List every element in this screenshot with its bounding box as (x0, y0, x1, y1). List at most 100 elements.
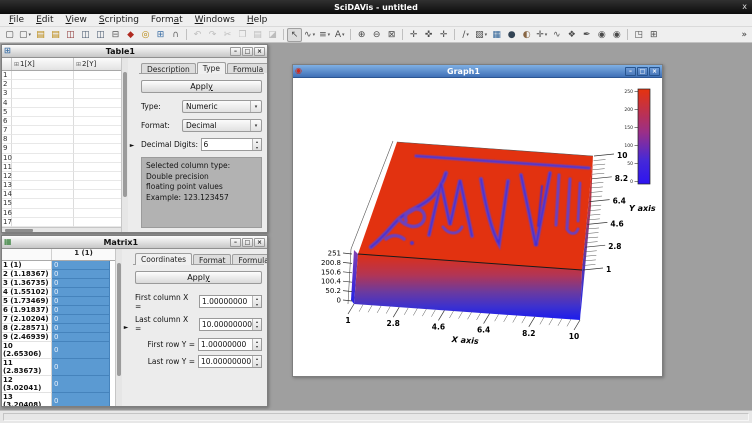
cell-y[interactable] (74, 126, 121, 135)
table1-column-header-x[interactable]: ⊞ 1[X] (12, 58, 74, 70)
arrow-tool-icon[interactable]: ◳ (631, 28, 646, 42)
row-number[interactable]: 1 (2, 71, 12, 80)
pointer-icon[interactable]: ↖ (287, 28, 302, 42)
app-titlebar[interactable]: SciDAVis - untitled x (0, 0, 752, 14)
cell-y[interactable] (74, 154, 121, 163)
row-number[interactable]: 16 (2, 209, 12, 218)
matrix1-vscrollbar[interactable] (115, 249, 122, 406)
matrix-cell[interactable]: 0 (52, 270, 110, 279)
scroll-thumb[interactable] (123, 72, 127, 197)
matrix-cell[interactable]: 0 (52, 315, 110, 324)
cell-y[interactable] (74, 209, 121, 218)
matrix-row-header[interactable]: 2 (1.18367) (2, 270, 52, 279)
matrix1-minimize-button[interactable]: – (230, 238, 241, 247)
matrix1-apply-button[interactable]: Apply (135, 271, 262, 284)
coordinate-spinner[interactable]: 1.00000000▴▾ (199, 295, 262, 308)
redo-icon[interactable]: ↷ (205, 28, 220, 42)
menu-help[interactable]: Help (241, 14, 274, 26)
tab-format[interactable]: Format (193, 254, 231, 264)
menu-view[interactable]: View (60, 14, 93, 26)
matrix-row-header[interactable]: 3 (1.36735) (2, 279, 52, 288)
cell-y[interactable] (74, 99, 121, 108)
select-range-icon[interactable]: ≡▾ (317, 28, 332, 42)
row-number[interactable]: 13 (2, 181, 12, 190)
new-aside-icon[interactable]: ▢▾ (17, 28, 33, 42)
cell-y[interactable] (74, 144, 121, 153)
cell-x[interactable] (12, 71, 74, 80)
cell-y[interactable] (74, 199, 121, 208)
matrix-row-header[interactable]: 6 (1.91837) (2, 306, 52, 315)
cell-x[interactable] (12, 209, 74, 218)
spin-down-icon[interactable]: ▾ (253, 324, 261, 330)
cell-y[interactable] (74, 190, 121, 199)
tab-description[interactable]: Description (141, 63, 196, 73)
matrix-cell[interactable]: 0 (52, 279, 110, 288)
matrix-row-header[interactable]: 8 (2.28571) (2, 324, 52, 333)
row-number[interactable]: 5 (2, 108, 12, 117)
cell-x[interactable] (12, 135, 74, 144)
matrix-row-header[interactable]: 7 (2.10204) (2, 315, 52, 324)
cell-x[interactable] (12, 99, 74, 108)
row-number[interactable]: 8 (2, 135, 12, 144)
table1-apply-button[interactable]: Apply (141, 80, 262, 93)
table1-titlebar[interactable]: ⊞ Table1 – □ × (2, 45, 267, 58)
matrix-row-header[interactable]: 1 (1) (2, 261, 52, 270)
format-dropdown[interactable]: Decimal ▾ (182, 119, 262, 132)
matrix-cell[interactable]: 0 (52, 297, 110, 306)
plot-vectors-icon[interactable]: ◐ (519, 28, 534, 42)
cell-x[interactable] (12, 172, 74, 181)
row-number[interactable]: 15 (2, 199, 12, 208)
matrix-cell[interactable]: 0 (52, 261, 110, 270)
graph1-canvas[interactable]: 251200.8150.6100.450.20 12.84.66.48.210 … (293, 78, 662, 376)
decimal-digits-spinner[interactable]: 6 ▴▾ (201, 138, 263, 151)
matrix-cell[interactable]: 0 (52, 342, 110, 359)
cell-x[interactable] (12, 181, 74, 190)
draw-line-icon[interactable]: ∕▾ (458, 28, 473, 42)
save-template-icon[interactable]: ◫ (93, 28, 108, 42)
spin-down-icon[interactable]: ▾ (253, 302, 261, 308)
matrix-row-header[interactable]: 12 (3.02041) (2, 376, 52, 393)
paste-icon[interactable]: ▤ (250, 28, 265, 42)
cell-x[interactable] (12, 108, 74, 117)
plot-chart-icon[interactable]: ▦ (489, 28, 504, 42)
menu-edit[interactable]: Edit (30, 14, 59, 26)
cell-x[interactable] (12, 89, 74, 98)
cell-x[interactable] (12, 80, 74, 89)
rescale-icon[interactable]: ⊠ (384, 28, 399, 42)
matrix1-maximize-button[interactable]: □ (242, 238, 253, 247)
collapse-arrow-icon[interactable]: ► (124, 324, 129, 331)
row-number[interactable]: 10 (2, 154, 12, 163)
matrix-row-header[interactable]: 10 (2.65306) (2, 342, 52, 359)
export-pdf-icon[interactable]: ◆ (123, 28, 138, 42)
graph1-maximize-button[interactable]: □ (637, 67, 648, 76)
collapse-arrow-icon[interactable]: ► (130, 142, 135, 149)
chevron-down-icon[interactable]: ▾ (250, 120, 261, 131)
zoom-in-icon[interactable]: ⊕ (354, 28, 369, 42)
table-reader-icon[interactable]: ✜ (421, 28, 436, 42)
cell-y[interactable] (74, 163, 121, 172)
matrix-cell[interactable]: 0 (52, 288, 110, 297)
cut-icon[interactable]: ✂ (220, 28, 235, 42)
cell-y[interactable] (74, 89, 121, 98)
cell-y[interactable] (74, 117, 121, 126)
cell-y[interactable] (74, 80, 121, 89)
tab-coordinates[interactable]: Coordinates (135, 253, 192, 265)
open-template-icon[interactable]: ▤ (48, 28, 63, 42)
toolbar-overflow-icon[interactable]: » (738, 30, 750, 40)
matrix-cell[interactable]: 0 (52, 376, 110, 393)
move-points-icon[interactable]: ✛ (436, 28, 451, 42)
add-column-icon[interactable]: ⊞ (646, 28, 661, 42)
row-number[interactable]: 9 (2, 144, 12, 153)
matrix-row-header[interactable]: 11 (2.83673) (2, 359, 52, 376)
cell-x[interactable] (12, 126, 74, 135)
cell-y[interactable] (74, 172, 121, 181)
row-number[interactable]: 12 (2, 172, 12, 181)
scroll-thumb[interactable] (117, 263, 121, 376)
coordinate-spinner[interactable]: 1.00000000▴▾ (198, 338, 262, 351)
type-dropdown[interactable]: Numeric ▾ (182, 100, 262, 113)
zoom-out-icon[interactable]: ⊖ (369, 28, 384, 42)
table1-minimize-button[interactable]: – (230, 47, 241, 56)
row-number[interactable]: 17 (2, 218, 12, 227)
matrix-cell[interactable]: 0 (52, 306, 110, 315)
row-number[interactable]: 2 (2, 80, 12, 89)
